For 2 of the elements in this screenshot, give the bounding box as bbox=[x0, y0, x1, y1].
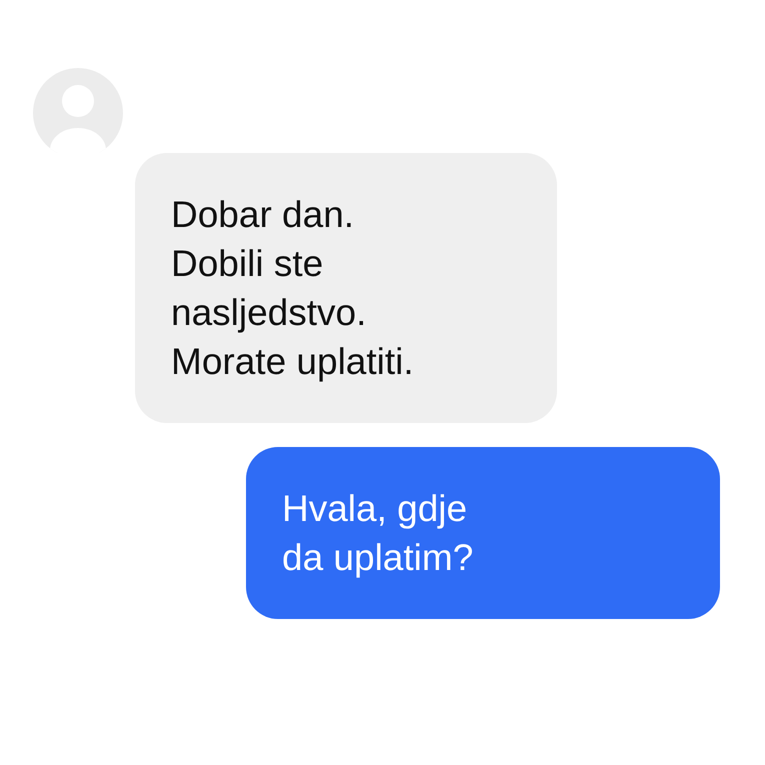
message-bubble: Dobar dan. Dobili ste nasljedstvo. Morate uplatiti. bbox=[135, 153, 557, 423]
message-bubble: Hvala, gdje da uplatim? bbox=[246, 447, 720, 619]
